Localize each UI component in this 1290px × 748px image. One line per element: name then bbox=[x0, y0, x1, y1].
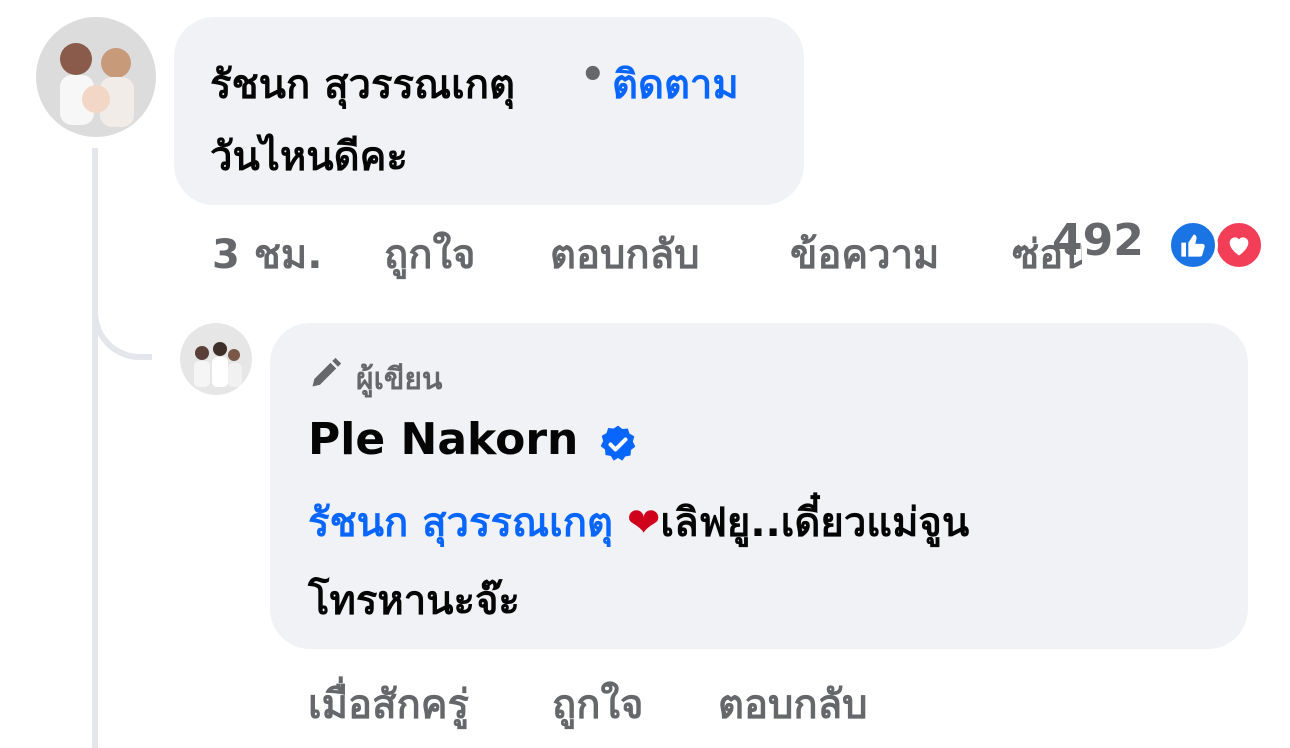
reply-text-line2: โทรหานะจ๊ะ bbox=[308, 578, 520, 624]
message-button[interactable]: ข้อความ bbox=[790, 222, 939, 286]
separator-dot: • bbox=[580, 52, 606, 98]
mention-link[interactable]: รัชนก สุวรรณเกตุ bbox=[308, 500, 613, 546]
reply-button[interactable]: ตอบกลับ bbox=[550, 222, 700, 286]
reaction-summary[interactable] bbox=[1168, 220, 1268, 272]
love-icon bbox=[1214, 220, 1264, 270]
comment-text: วันไหนดีคะ bbox=[210, 134, 408, 180]
heart-emoji-icon: ❤ bbox=[626, 500, 661, 546]
comment-timestamp[interactable]: 3 ชม. bbox=[212, 222, 322, 286]
reply-text-line1: รัชนก สุวรรณเกตุ ❤เลิฟยู..เดี๋ยวแม่จูน bbox=[308, 490, 969, 554]
verified-badge-icon bbox=[600, 425, 636, 461]
commenter-avatar[interactable] bbox=[36, 17, 156, 137]
like-icon bbox=[1168, 220, 1218, 270]
reply-reply-button[interactable]: ตอบกลับ bbox=[718, 672, 868, 736]
reply-like-button[interactable]: ถูกใจ bbox=[552, 672, 643, 736]
thread-line bbox=[92, 148, 98, 748]
comment-author-name[interactable]: รัชนก สุวรรณเกตุ bbox=[210, 52, 515, 116]
thread-connector bbox=[92, 290, 152, 360]
reaction-count[interactable]: 492 bbox=[1052, 215, 1144, 266]
reply-timestamp[interactable]: เมื่อสักครู่ bbox=[308, 672, 469, 736]
reply-author-name[interactable]: Ple Nakorn bbox=[308, 414, 578, 465]
pencil-icon bbox=[312, 357, 342, 387]
follow-button[interactable]: ติดตาม bbox=[612, 52, 739, 116]
like-button[interactable]: ถูกใจ bbox=[384, 222, 475, 286]
reply-text: เลิฟยู..เดี๋ยวแม่จูน bbox=[660, 500, 970, 546]
author-badge-label: ผู้เขียน bbox=[356, 362, 443, 397]
reply-author-avatar[interactable] bbox=[180, 323, 252, 395]
